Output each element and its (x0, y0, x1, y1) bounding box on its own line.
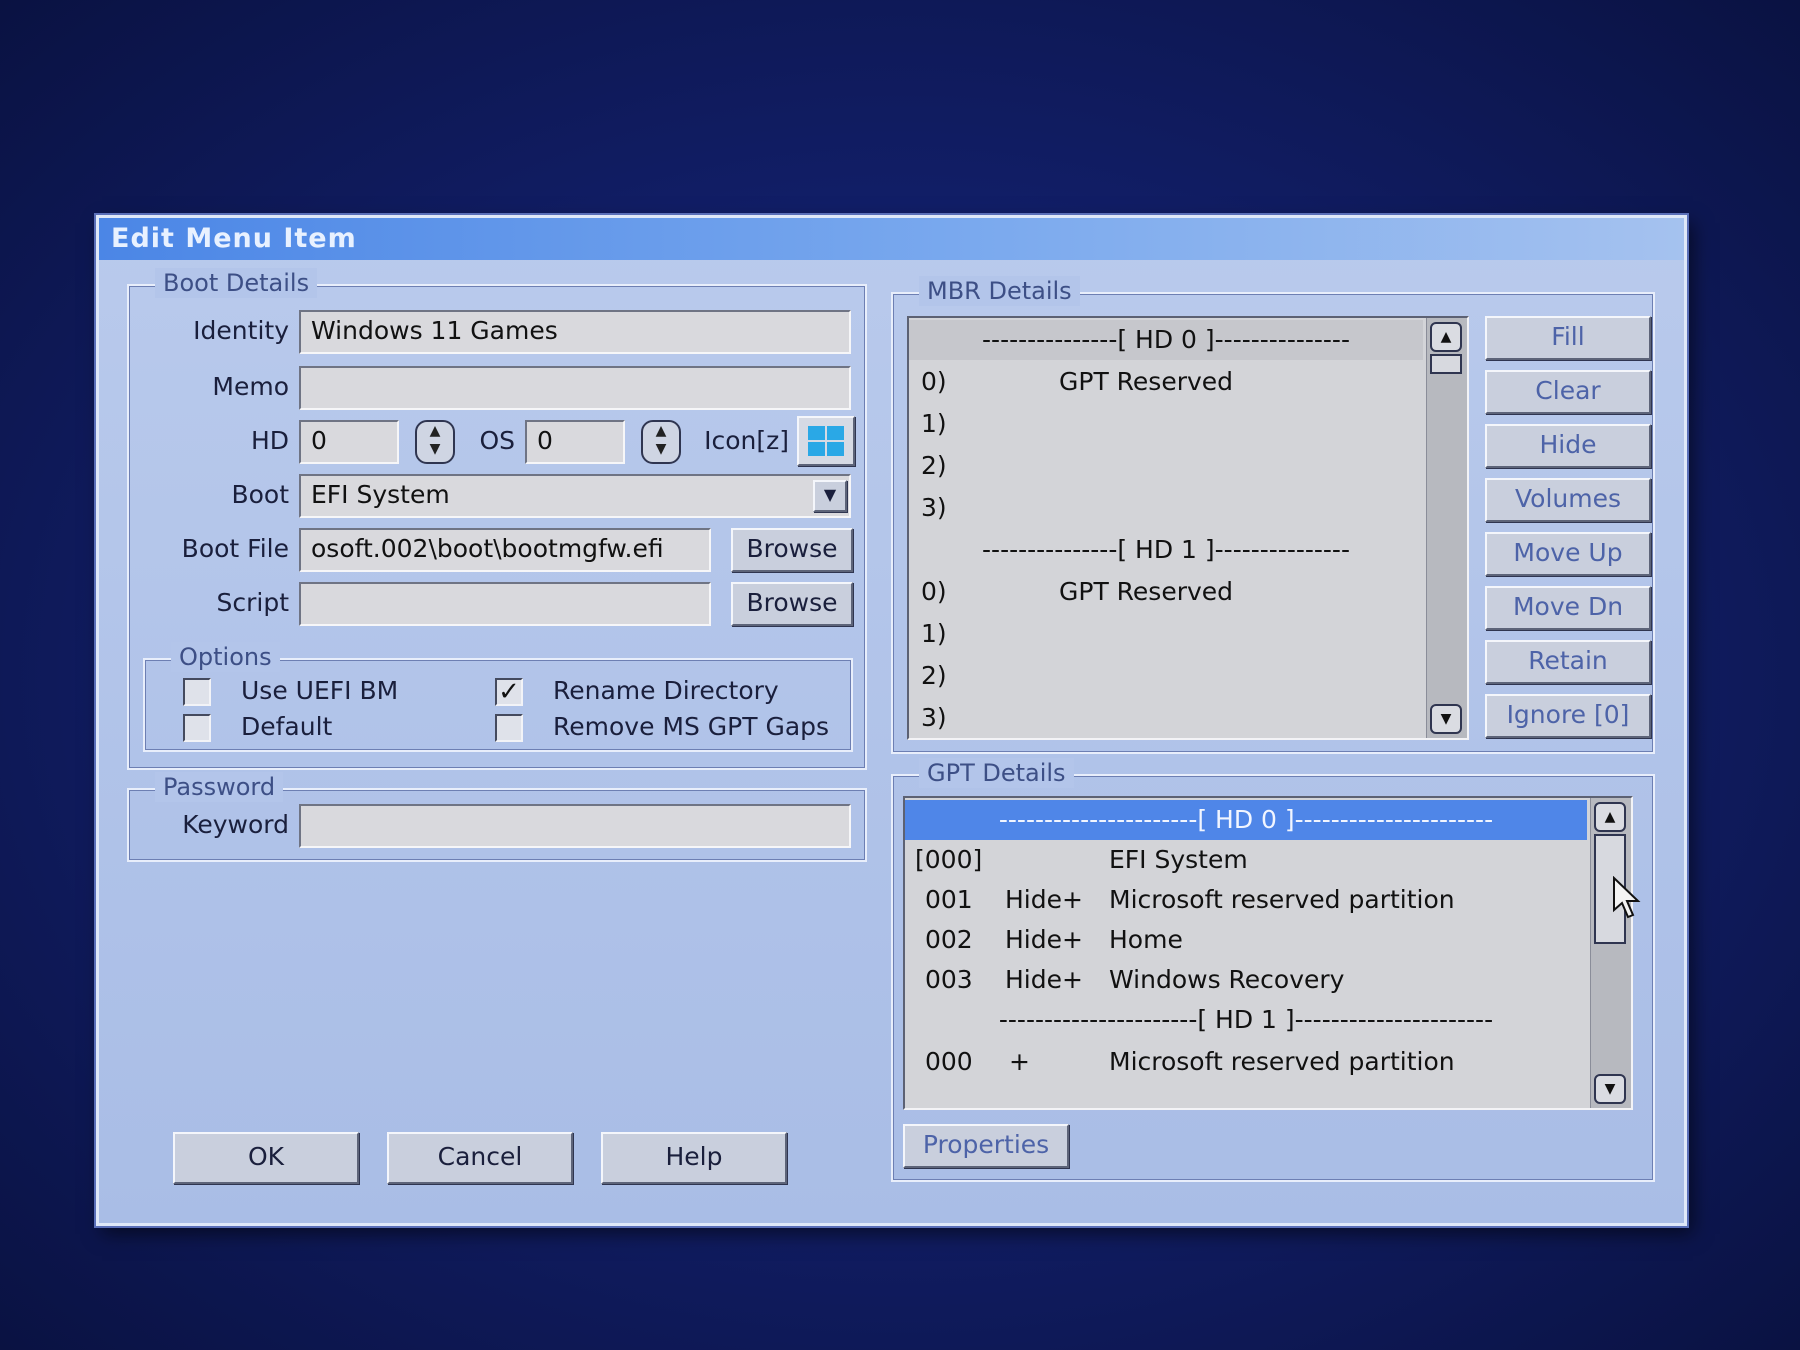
gpt-row[interactable]: 000 + Microsoft reserved partition (905, 1042, 1587, 1082)
volumes-button[interactable]: Volumes (1485, 478, 1651, 522)
use-uefi-bm-checkbox[interactable] (183, 678, 211, 706)
password-group: Password Keyword (127, 772, 867, 862)
cancel-button[interactable]: Cancel (387, 1132, 573, 1184)
rename-directory-checkbox[interactable]: ✓ (495, 678, 523, 706)
icon-label: Icon[z] (704, 426, 789, 455)
default-label: Default (241, 712, 333, 741)
gpt-row[interactable]: [000] EFI System (905, 840, 1587, 880)
hide-button[interactable]: Hide (1485, 424, 1651, 468)
gpt-row[interactable]: 002 Hide+ Home (905, 920, 1587, 960)
hd-spinner[interactable]: ▲ ▼ (415, 420, 455, 464)
mbr-hd1-separator[interactable]: ---------------[ HD 1 ]--------------- (909, 530, 1423, 570)
remove-ms-gpt-gaps-checkbox[interactable] (495, 714, 523, 742)
scroll-down-icon[interactable]: ▼ (1430, 704, 1462, 734)
boot-dropdown-button[interactable]: ▼ (813, 480, 847, 512)
clear-button[interactable]: Clear (1485, 370, 1651, 414)
mbr-row[interactable]: 3) (909, 698, 1423, 738)
gpt-details-legend: GPT Details (919, 758, 1074, 788)
edit-menu-item-dialog: Edit Menu Item Boot Details Identity Win… (96, 215, 1687, 1226)
mbr-details-legend: MBR Details (919, 276, 1080, 306)
memo-label: Memo (212, 372, 289, 401)
mouse-cursor-icon (1613, 876, 1641, 919)
rename-directory-label: Rename Directory (553, 676, 779, 705)
keyword-field[interactable] (299, 804, 851, 848)
scroll-up-icon[interactable]: ▲ (1594, 802, 1626, 832)
mbr-details-group: MBR Details ---------------[ HD 0 ]-----… (891, 276, 1655, 754)
scroll-down-icon[interactable]: ▼ (1594, 1074, 1626, 1104)
windows-logo-icon (808, 426, 844, 456)
gpt-row[interactable]: 001 Hide+ Microsoft reserved partition (905, 880, 1587, 920)
mbr-hd0-separator[interactable]: ---------------[ HD 0 ]--------------- (909, 320, 1423, 360)
mbr-row[interactable]: 0) GPT Reserved (909, 362, 1423, 402)
identity-field[interactable]: Windows 11 Games (299, 310, 851, 354)
os-label: OS (479, 426, 515, 455)
mbr-scrollbar[interactable]: ▲ ▼ (1426, 318, 1467, 738)
ignore-button[interactable]: Ignore [0] (1485, 694, 1651, 738)
mbr-row[interactable]: 2) (909, 446, 1423, 486)
move-up-button[interactable]: Move Up (1485, 532, 1651, 576)
bootfile-field[interactable]: osoft.002\boot\bootmgfw.efi (299, 528, 711, 572)
use-uefi-bm-label: Use UEFI BM (241, 676, 399, 705)
boot-details-legend: Boot Details (155, 268, 318, 298)
keyword-label: Keyword (182, 810, 289, 839)
mbr-row[interactable]: 1) (909, 404, 1423, 444)
password-legend: Password (155, 772, 284, 802)
dialog-title[interactable]: Edit Menu Item (99, 218, 1684, 260)
default-checkbox[interactable] (183, 714, 211, 742)
boot-details-group: Boot Details Identity Windows 11 Games M… (127, 268, 867, 770)
boot-label: Boot (231, 480, 289, 509)
gpt-hd0-separator[interactable]: ----------------------[ HD 0 ]----------… (905, 800, 1587, 840)
gpt-details-group: GPT Details ----------------------[ HD 0… (891, 758, 1655, 1182)
remove-ms-gpt-gaps-label: Remove MS GPT Gaps (553, 712, 830, 741)
gpt-hd1-separator[interactable]: ----------------------[ HD 1 ]----------… (905, 1000, 1587, 1040)
gpt-scrollbar[interactable]: ▲ ▼ (1590, 798, 1631, 1108)
chevron-down-icon: ▼ (823, 485, 837, 504)
hd-label: HD (250, 426, 289, 455)
mbr-scroll-thumb[interactable] (1430, 354, 1462, 374)
fill-button[interactable]: Fill (1485, 316, 1651, 360)
script-label: Script (216, 588, 289, 617)
options-group: Options Use UEFI BM Default ✓ Rename Dir… (143, 642, 853, 752)
script-browse-button[interactable]: Browse (731, 582, 853, 626)
boot-select[interactable]: EFI System (299, 474, 851, 518)
hd-field[interactable]: 0 (299, 420, 399, 464)
scroll-up-icon[interactable]: ▲ (1430, 322, 1462, 352)
script-field[interactable] (299, 582, 711, 626)
help-button[interactable]: Help (601, 1132, 787, 1184)
options-legend: Options (171, 642, 280, 672)
bootfile-browse-button[interactable]: Browse (731, 528, 853, 572)
mbr-row[interactable]: 0) GPT Reserved (909, 572, 1423, 612)
gpt-listbox[interactable]: ----------------------[ HD 0 ]----------… (903, 796, 1633, 1110)
bootfile-label: Boot File (181, 534, 289, 563)
memo-field[interactable] (299, 366, 851, 410)
mbr-row[interactable]: 2) (909, 656, 1423, 696)
mbr-row[interactable]: 3) (909, 488, 1423, 528)
properties-button[interactable]: Properties (903, 1124, 1069, 1168)
ok-button[interactable]: OK (173, 1132, 359, 1184)
mbr-listbox[interactable]: ---------------[ HD 0 ]--------------- 0… (907, 316, 1469, 740)
os-spinner[interactable]: ▲ ▼ (641, 420, 681, 464)
boot-select-value: EFI System (311, 480, 450, 509)
gpt-row[interactable]: 003 Hide+ Windows Recovery (905, 960, 1587, 1000)
retain-button[interactable]: Retain (1485, 640, 1651, 684)
os-field[interactable]: 0 (525, 420, 625, 464)
identity-label: Identity (193, 316, 289, 345)
windows-icon-button[interactable] (797, 416, 855, 466)
move-down-button[interactable]: Move Dn (1485, 586, 1651, 630)
mbr-row[interactable]: 1) (909, 614, 1423, 654)
